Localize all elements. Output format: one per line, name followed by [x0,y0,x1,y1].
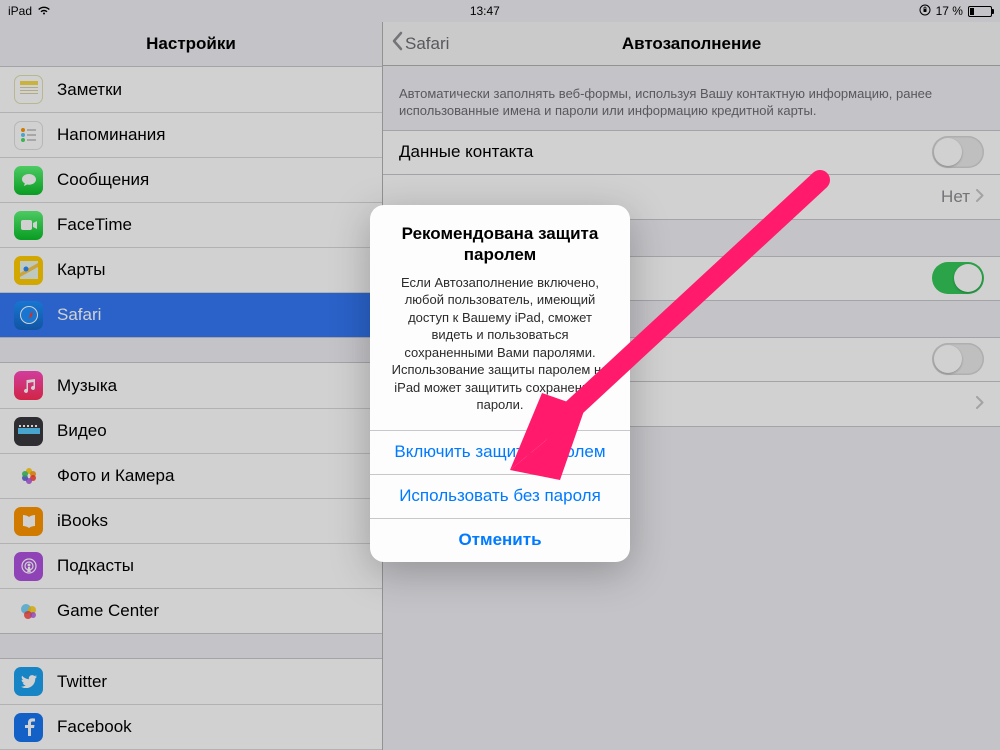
password-protection-alert: Рекомендована защита паролем Если Автоза… [370,205,630,562]
alert-title: Рекомендована защита паролем [370,205,630,266]
alert-cancel-button[interactable]: Отменить [370,518,630,562]
alert-message: Если Автозаполнение включено, любой поль… [370,266,630,430]
alert-enable-passcode-button[interactable]: Включить защиту паролем [370,430,630,474]
alert-use-without-passcode-button[interactable]: Использовать без пароля [370,474,630,518]
